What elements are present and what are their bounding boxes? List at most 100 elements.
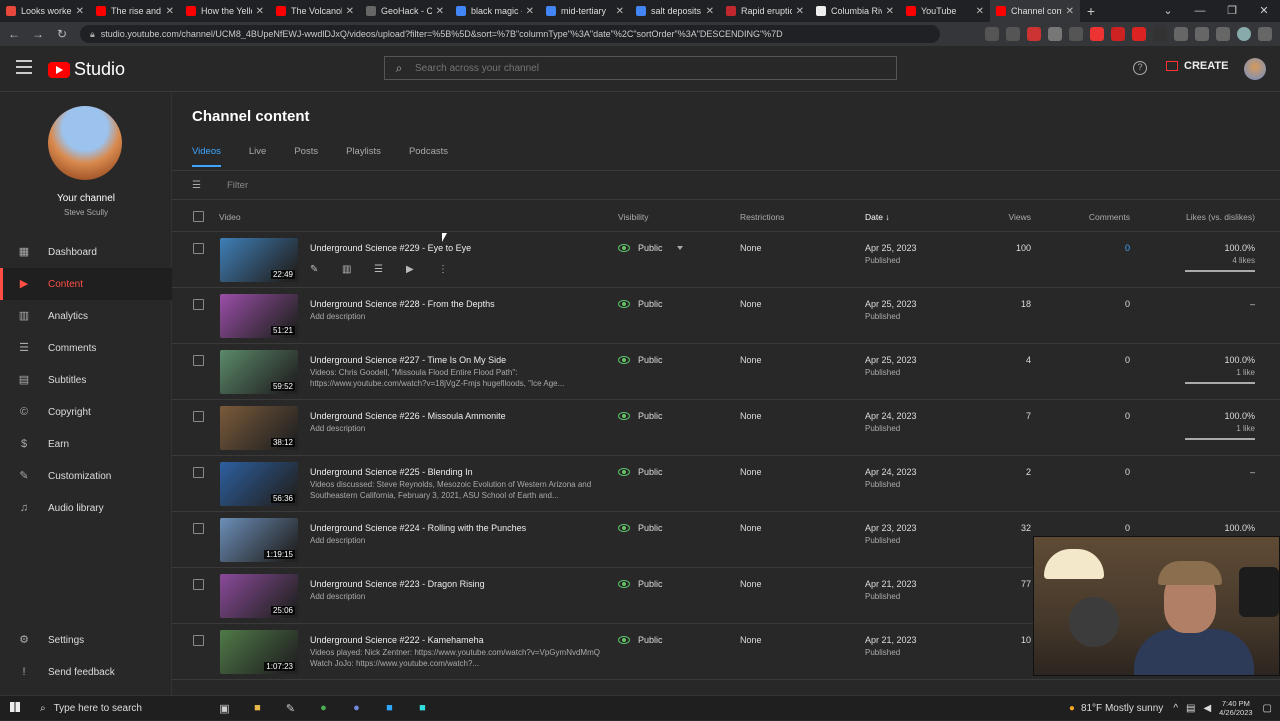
reload-icon[interactable]: ↻ — [52, 27, 72, 41]
weather-text[interactable]: 81°F Mostly sunny — [1081, 703, 1163, 714]
browser-tab[interactable]: GeoHack - Co ✕ — [360, 0, 450, 22]
column-views[interactable]: Views — [1008, 212, 1031, 222]
minimize-button[interactable]: — — [1184, 0, 1216, 22]
row-checkbox[interactable] — [193, 467, 204, 478]
close-tab-icon[interactable]: ✕ — [796, 6, 804, 17]
close-tab-icon[interactable]: ✕ — [976, 6, 984, 17]
sidebar-item-customization[interactable]: ✎ Customization — [0, 460, 172, 492]
row-checkbox[interactable] — [193, 579, 204, 590]
column-date[interactable]: Date ↓ — [865, 212, 890, 222]
video-title[interactable]: Underground Science #225 - Blending In — [310, 467, 473, 477]
extension-icon[interactable] — [1111, 27, 1125, 41]
discord-icon[interactable]: ● — [340, 702, 373, 715]
browser-tab[interactable]: salt deposits ✕ — [630, 0, 720, 22]
close-tab-icon[interactable]: ✕ — [886, 6, 894, 17]
video-title[interactable]: Underground Science #223 - Dragon Rising — [310, 579, 485, 589]
sidebar-item-copyright[interactable]: © Copyright — [0, 396, 172, 428]
comments-value[interactable]: 0 — [1125, 243, 1130, 253]
browser-tab[interactable]: The Volcanol ✕ — [270, 0, 360, 22]
video-thumbnail[interactable]: 56:36 — [220, 462, 298, 506]
video-thumbnail[interactable]: 59:52 — [220, 350, 298, 394]
sidebar-item-dashboard[interactable]: ▦ Dashboard — [0, 236, 172, 268]
new-tab-button[interactable]: + — [1080, 0, 1102, 22]
video-title[interactable]: Underground Science #229 - Eye to Eye — [310, 243, 471, 253]
close-tab-icon[interactable]: ✕ — [706, 6, 714, 17]
video-thumbnail[interactable]: 1:07:23 — [220, 630, 298, 674]
photoshop-icon[interactable]: ■ — [373, 702, 406, 715]
filter-bar[interactable]: ☰ Filter — [172, 170, 1280, 200]
table-row[interactable]: 38:12 Underground Science #226 - Missoula… — [172, 400, 1280, 456]
video-thumbnail[interactable]: 1:19:15 — [220, 518, 298, 562]
sidebar-item-settings[interactable]: ⚙ Settings — [0, 624, 172, 656]
task-view-icon[interactable]: ▣ — [208, 702, 241, 715]
tab-posts[interactable]: Posts — [294, 146, 318, 167]
media-icon[interactable] — [1195, 27, 1209, 41]
app-icon[interactable]: ✎ — [274, 702, 307, 715]
row-checkbox[interactable] — [193, 299, 204, 310]
channel-avatar[interactable] — [48, 106, 122, 180]
volume-icon[interactable]: ◀ — [1203, 703, 1211, 714]
dropdown-arrow-icon[interactable] — [676, 246, 683, 250]
browser-tab[interactable]: Columbia Riv ✕ — [810, 0, 900, 22]
taskbar-search[interactable]: ⌕ Type here to search — [30, 696, 170, 721]
table-row[interactable]: 51:21 Underground Science #228 - From the… — [172, 288, 1280, 344]
video-title[interactable]: Underground Science #226 - Missoula Ammo… — [310, 411, 506, 421]
start-button[interactable] — [0, 701, 30, 715]
extension-icon[interactable] — [1132, 27, 1146, 41]
network-icon[interactable]: ▤ — [1186, 703, 1195, 714]
table-row[interactable]: 59:52 Underground Science #227 - Time Is … — [172, 344, 1280, 400]
bookmark-star-icon[interactable] — [1006, 27, 1020, 41]
column-visibility[interactable]: Visibility — [618, 212, 649, 222]
browser-tab[interactable]: YouTube ✕ — [900, 0, 990, 22]
back-icon[interactable]: ← — [4, 27, 24, 41]
chrome-icon[interactable]: ● — [307, 702, 340, 715]
profile-avatar[interactable] — [1237, 27, 1251, 41]
restore-button[interactable]: ❐ — [1216, 0, 1248, 22]
table-row[interactable]: 22:49 Underground Science #229 - Eye to E… — [172, 232, 1280, 288]
sidebar-item-subtitles[interactable]: ▤ Subtitles — [0, 364, 172, 396]
video-thumbnail[interactable]: 22:49 — [220, 238, 298, 282]
close-window-button[interactable]: ✕ — [1248, 0, 1280, 22]
sidebar-item-send-feedback[interactable]: ! Send feedback — [0, 656, 172, 688]
close-tab-icon[interactable]: ✕ — [76, 6, 84, 17]
edit-details-icon[interactable]: ✎ — [310, 264, 342, 275]
tab-playlists[interactable]: Playlists — [346, 146, 381, 167]
menu-icon[interactable] — [1258, 27, 1272, 41]
close-tab-icon[interactable]: ✕ — [256, 6, 264, 17]
search-input[interactable] — [413, 61, 857, 75]
filter-icon[interactable]: ☰ — [192, 180, 201, 191]
browser-tab[interactable]: mid-tertiary ✕ — [540, 0, 630, 22]
view-on-youtube-icon[interactable]: ▶ — [406, 264, 438, 275]
extension-icon[interactable] — [1090, 27, 1104, 41]
comments-icon[interactable]: ☰ — [374, 264, 406, 275]
studio-logo[interactable]: Studio — [48, 59, 125, 80]
extension-icon[interactable] — [1027, 27, 1041, 41]
video-title[interactable]: Underground Science #224 - Rolling with … — [310, 523, 526, 533]
clock[interactable]: 7:40 PM 4/26/2023 — [1219, 699, 1252, 717]
column-comments[interactable]: Comments — [1089, 212, 1130, 222]
column-restrictions[interactable]: Restrictions — [740, 212, 784, 222]
video-thumbnail[interactable]: 25:06 — [220, 574, 298, 618]
url-bar[interactable]: 🔒︎ studio.youtube.com/channel/UCM8_4BUpe… — [80, 25, 940, 43]
browser-tab[interactable]: Looks worke ✕ — [0, 0, 90, 22]
sidebar-item-analytics[interactable]: ▥ Analytics — [0, 300, 172, 332]
sidebar-item-comments[interactable]: ☰ Comments — [0, 332, 172, 364]
browser-tab[interactable]: black magic - ✕ — [450, 0, 540, 22]
account-avatar[interactable] — [1244, 58, 1266, 80]
tab-podcasts[interactable]: Podcasts — [409, 146, 448, 167]
tray-chevron-icon[interactable]: ^ — [1173, 703, 1178, 714]
sidebar-icon[interactable] — [1216, 27, 1230, 41]
sidebar-item-earn[interactable]: $ Earn — [0, 428, 172, 460]
table-row[interactable]: 56:36 Underground Science #225 - Blending… — [172, 456, 1280, 512]
video-title[interactable]: Underground Science #222 - Kamehameha — [310, 635, 484, 645]
video-thumbnail[interactable]: 38:12 — [220, 406, 298, 450]
create-button[interactable]: CREATE — [1166, 60, 1228, 72]
sidebar-item-audio-library[interactable]: ♫ Audio library — [0, 492, 172, 524]
share-icon[interactable] — [985, 27, 999, 41]
close-tab-icon[interactable]: ✕ — [1066, 6, 1074, 17]
puzzle-icon[interactable] — [1174, 27, 1188, 41]
close-tab-icon[interactable]: ✕ — [166, 6, 174, 17]
analytics-icon[interactable]: ▥ — [342, 264, 374, 275]
extension-icon[interactable] — [1153, 27, 1167, 41]
close-tab-icon[interactable]: ✕ — [436, 6, 444, 17]
